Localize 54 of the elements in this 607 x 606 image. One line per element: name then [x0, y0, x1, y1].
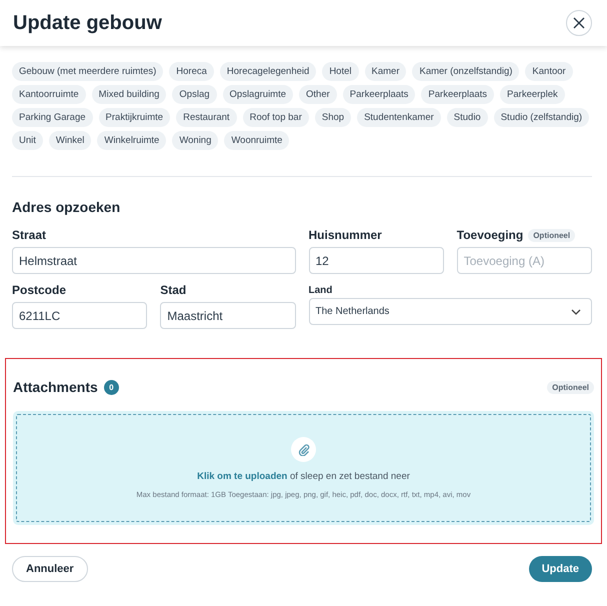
count-badge: 0	[104, 380, 119, 394]
tag-chip[interactable]: Woning	[172, 131, 218, 150]
tag-chip[interactable]: Shop	[314, 108, 352, 127]
tag-chip[interactable]: Hotel	[322, 62, 358, 81]
input-field[interactable]: 6211LC	[12, 302, 148, 329]
tag-chip[interactable]: Woonruimte	[224, 131, 290, 150]
field-label: Postcode	[12, 283, 66, 297]
input-field[interactable]: 12	[308, 247, 444, 274]
tag-chip[interactable]: Kantoor	[525, 62, 573, 81]
tag-chip[interactable]: Mixed building	[92, 85, 166, 104]
tag-chip[interactable]: Parking Garage	[12, 108, 93, 127]
tag-chip[interactable]: Studentenkamer	[357, 108, 441, 127]
tag-chip[interactable]: Roof top bar	[242, 108, 309, 127]
close-button[interactable]	[566, 10, 592, 36]
field-label: Stad	[160, 283, 186, 297]
tag-chip[interactable]: Parkeerplaats	[342, 85, 416, 104]
tag-chip[interactable]: Kamer (onzelfstandig)	[412, 62, 520, 81]
dialog-title: Update gebouw	[13, 12, 162, 34]
tag-chip[interactable]: Unit	[12, 131, 43, 150]
input-field[interactable]: Helmstraat	[12, 247, 296, 274]
optional-badge: Optioneel	[528, 228, 576, 242]
cancel-button[interactable]: Annuleer	[12, 556, 88, 582]
update-button[interactable]: Update	[528, 556, 592, 582]
close-icon	[573, 17, 585, 29]
tag-chip[interactable]: Parkeerplaats	[421, 85, 494, 104]
tag-chip[interactable]: Parkeerplek	[500, 85, 565, 104]
tag-chip[interactable]: Winkel	[48, 131, 92, 150]
field-label: Straat	[12, 228, 46, 242]
section-title: Adres opzoeken	[12, 199, 122, 215]
field-label: Huisnummer	[308, 228, 382, 242]
field-label: Land	[308, 284, 332, 296]
tag-chip[interactable]: Horeca	[169, 62, 214, 81]
field-label: Toevoeging	[456, 228, 524, 242]
tag-chip[interactable]: Other	[299, 85, 337, 104]
tag-chip[interactable]: Praktijkruimte	[98, 108, 170, 127]
section-title: Attachments	[13, 379, 98, 395]
paperclip-icon	[291, 437, 316, 462]
tag-chip[interactable]: Gebouw (met meerdere ruimtes)	[12, 62, 164, 81]
upload-instruction: Klik om te uploaden of sleep en zet bestand neer	[197, 471, 410, 482]
tag-chip[interactable]: Kamer	[364, 62, 406, 81]
country-select[interactable]: The Netherlands	[308, 298, 592, 325]
tag-chip[interactable]: Horecagelegenheid	[220, 62, 316, 81]
upload-link[interactable]: Klik om te uploaden	[197, 471, 288, 482]
tag-chip[interactable]: Kantoorruimte	[12, 85, 86, 104]
tag-chip[interactable]: Opslag	[172, 85, 217, 104]
optional-badge: Optioneel	[547, 380, 594, 394]
input-field[interactable]: Maastricht	[160, 302, 296, 329]
chevron-down-icon	[571, 308, 581, 314]
tag-chip[interactable]: Studio	[446, 108, 488, 127]
tag-chip[interactable]: Winkelruimte	[97, 131, 166, 150]
tag-chip[interactable]: Restaurant	[176, 108, 237, 127]
tag-chip[interactable]: Studio (zelfstandig)	[494, 108, 590, 127]
input-field[interactable]: Toevoeging (A)	[456, 247, 592, 274]
tag-chip[interactable]: Opslagruimte	[222, 85, 294, 104]
